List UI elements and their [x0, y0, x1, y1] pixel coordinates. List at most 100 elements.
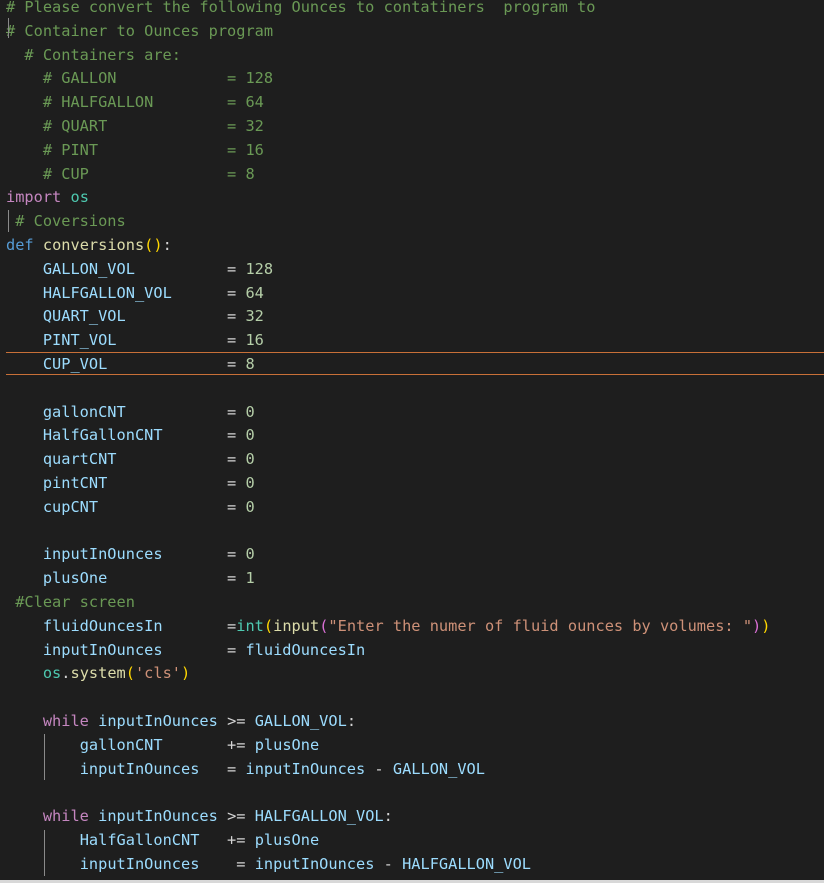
- code-token: pintCNT: [42, 474, 108, 492]
- code-line[interactable]: HalfGallonCNT = 0: [6, 424, 255, 448]
- code-token: input: [273, 616, 320, 635]
- code-token: 0: [245, 426, 255, 445]
- code-token: (: [125, 664, 135, 683]
- code-line[interactable]: while inputInOunces >= GALLON_VOL:: [6, 710, 356, 734]
- code-line[interactable]: # Coversions: [6, 210, 126, 234]
- code-line[interactable]: plusOne = 1: [6, 567, 255, 591]
- code-line[interactable]: gallonCNT = 0: [6, 401, 255, 425]
- code-token: # PINT = 16: [6, 140, 264, 159]
- code-line[interactable]: # QUART = 32: [6, 115, 264, 139]
- code-line[interactable]: GALLON_VOL = 128: [6, 258, 273, 282]
- code-token: inputInOunces: [42, 640, 163, 659]
- code-token: # GALLON = 128: [6, 69, 274, 88]
- code-editor[interactable]: # Please convert the following Ounces to…: [0, 0, 824, 883]
- code-token: +=: [162, 735, 255, 754]
- code-line[interactable]: quartCNT = 0: [6, 448, 255, 472]
- code-token: =: [162, 640, 246, 659]
- code-token: =: [134, 259, 246, 278]
- code-token: import: [6, 188, 62, 207]
- code-token: HALFGALLON_VOL: [42, 283, 172, 302]
- code-line[interactable]: cupCNT = 0: [6, 496, 255, 520]
- code-token: inputInOunces: [98, 807, 218, 826]
- code-token: =: [125, 307, 246, 326]
- code-token: inputInOunces: [79, 854, 200, 873]
- code-line[interactable]: fluidOuncesIn =int(input("Enter the nume…: [6, 615, 771, 639]
- code-line[interactable]: QUART_VOL = 32: [6, 305, 264, 329]
- code-line[interactable]: CUP_VOL = 8: [6, 353, 255, 377]
- code-line[interactable]: inputInOunces = fluidOuncesIn: [6, 639, 365, 663]
- code-token: #Clear screen: [6, 593, 135, 611]
- code-token: :: [346, 712, 357, 730]
- code-line[interactable]: inputInOunces = 0: [6, 543, 255, 567]
- code-line[interactable]: HalfGallonCNT += plusOne: [6, 829, 319, 853]
- code-line[interactable]: import os: [6, 186, 89, 210]
- code-line[interactable]: # CUP = 8: [6, 163, 255, 187]
- indent-guide: [8, 18, 9, 38]
- code-token: =: [107, 355, 246, 373]
- code-token: HALFGALLON_VOL: [254, 807, 384, 826]
- code-token: # QUART = 32: [6, 117, 264, 135]
- code-line[interactable]: while inputInOunces >= HALFGALLON_VOL:: [6, 805, 393, 829]
- code-line[interactable]: pintCNT = 0: [6, 472, 255, 496]
- code-token: inputInOunces: [79, 759, 200, 778]
- code-line[interactable]: # Containers are:: [6, 44, 181, 68]
- code-token: PINT_VOL: [42, 331, 117, 350]
- code-token: =: [107, 569, 246, 588]
- code-line[interactable]: # PINT = 16: [6, 139, 264, 163]
- code-token: inputInOunces: [42, 545, 163, 564]
- code-token: # Coversions: [6, 212, 126, 231]
- code-token: =: [98, 497, 246, 516]
- code-token: GALLON_VOL: [254, 712, 347, 730]
- code-line[interactable]: HALFGALLON_VOL = 64: [6, 282, 264, 306]
- code-line[interactable]: # Container to Ounces program: [6, 20, 273, 44]
- code-line[interactable]: # Please convert the following Ounces to…: [6, 0, 595, 20]
- code-token: =: [199, 854, 255, 873]
- code-token: # Container to Ounces program: [6, 21, 274, 40]
- indent-guide: [44, 734, 45, 780]
- code-token: int: [236, 616, 264, 635]
- indent-guide: [8, 210, 9, 232]
- code-token: gallonCNT: [42, 402, 126, 421]
- code-line[interactable]: #Clear screen: [6, 591, 135, 615]
- code-token: "Enter the numer of fluid ounces by volu…: [328, 616, 753, 635]
- code-token: fluidOuncesIn: [42, 616, 163, 635]
- code-line[interactable]: inputInOunces = inputInOunces - GALLON_V…: [6, 758, 485, 782]
- code-token: ): [752, 616, 762, 635]
- code-token: -: [365, 759, 393, 778]
- indent-guide: [44, 830, 45, 876]
- code-line[interactable]: def conversions():: [6, 234, 172, 258]
- code-token: plusOne: [254, 735, 320, 754]
- code-token: (): [144, 236, 163, 254]
- code-token: inputInOunces: [245, 759, 366, 778]
- code-token: system: [70, 664, 126, 683]
- code-line[interactable]: inputInOunces = inputInOunces - HALFGALL…: [6, 853, 531, 877]
- code-token: plusOne: [254, 831, 320, 849]
- code-line[interactable]: PINT_VOL = 16: [6, 329, 264, 353]
- code-line[interactable]: # GALLON = 128: [6, 67, 273, 91]
- code-token: inputInOunces: [254, 854, 375, 873]
- code-line[interactable]: os.system('cls'): [6, 662, 190, 686]
- code-token: 16: [245, 331, 264, 350]
- code-line[interactable]: # HALFGALLON = 64: [6, 91, 264, 115]
- code-token: inputInOunces: [98, 712, 218, 730]
- code-token: plusOne: [42, 569, 108, 588]
- code-token: (: [263, 616, 274, 635]
- code-token: gallonCNT: [79, 735, 163, 754]
- code-token: 'cls': [134, 664, 182, 683]
- code-token: :: [383, 807, 393, 826]
- code-token: GALLON_VOL: [42, 259, 135, 278]
- code-line[interactable]: gallonCNT += plusOne: [6, 734, 319, 758]
- code-token: 0: [245, 402, 255, 421]
